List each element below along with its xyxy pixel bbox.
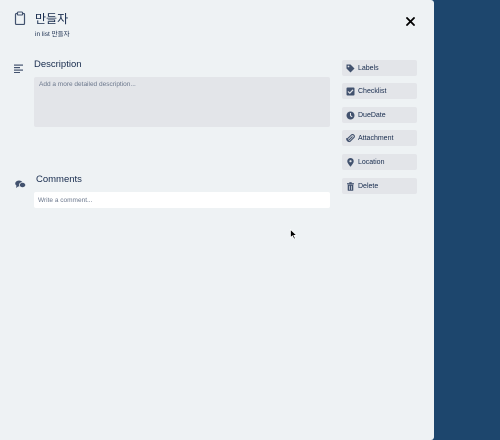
- card-list-subtitle: in list 만들자: [35, 31, 70, 38]
- duedate-button-label: DueDate: [358, 111, 386, 119]
- comment-bubbles-icon: [15, 176, 27, 188]
- comment-input[interactable]: [34, 192, 330, 208]
- checklist-button-label: Checklist: [358, 87, 387, 95]
- labels-button-label: Labels: [358, 64, 379, 72]
- close-icon: [405, 13, 415, 31]
- attachment-button-label: Attachment: [358, 134, 394, 142]
- attachment-button[interactable]: Attachment: [342, 130, 417, 146]
- description-heading: Description: [34, 59, 82, 70]
- description-input[interactable]: Add a more detailed description...: [34, 77, 330, 127]
- close-button[interactable]: [402, 14, 418, 30]
- checklist-button[interactable]: Checklist: [342, 83, 417, 99]
- clipboard-icon: [14, 11, 26, 26]
- delete-button-label: Delete: [358, 182, 379, 190]
- comments-heading: Comments: [36, 174, 82, 185]
- paperclip-icon: [346, 133, 355, 143]
- trash-icon: [346, 181, 355, 191]
- mouse-pointer-icon: [290, 227, 298, 240]
- labels-button[interactable]: Labels: [342, 60, 417, 76]
- map-pin-icon: [346, 157, 355, 167]
- location-button-label: Location: [358, 158, 385, 166]
- checkbox-icon: [346, 87, 355, 96]
- delete-button[interactable]: Delete: [342, 178, 417, 194]
- card-detail-modal: 만들자 in list 만들자 Description Add a more d…: [0, 0, 434, 440]
- duedate-button[interactable]: DueDate: [342, 107, 417, 123]
- location-button[interactable]: Location: [342, 154, 417, 170]
- tag-icon: [346, 64, 355, 73]
- description-lines-icon: [14, 60, 24, 73]
- clock-icon: [346, 111, 355, 120]
- card-title[interactable]: 만들자: [35, 12, 68, 26]
